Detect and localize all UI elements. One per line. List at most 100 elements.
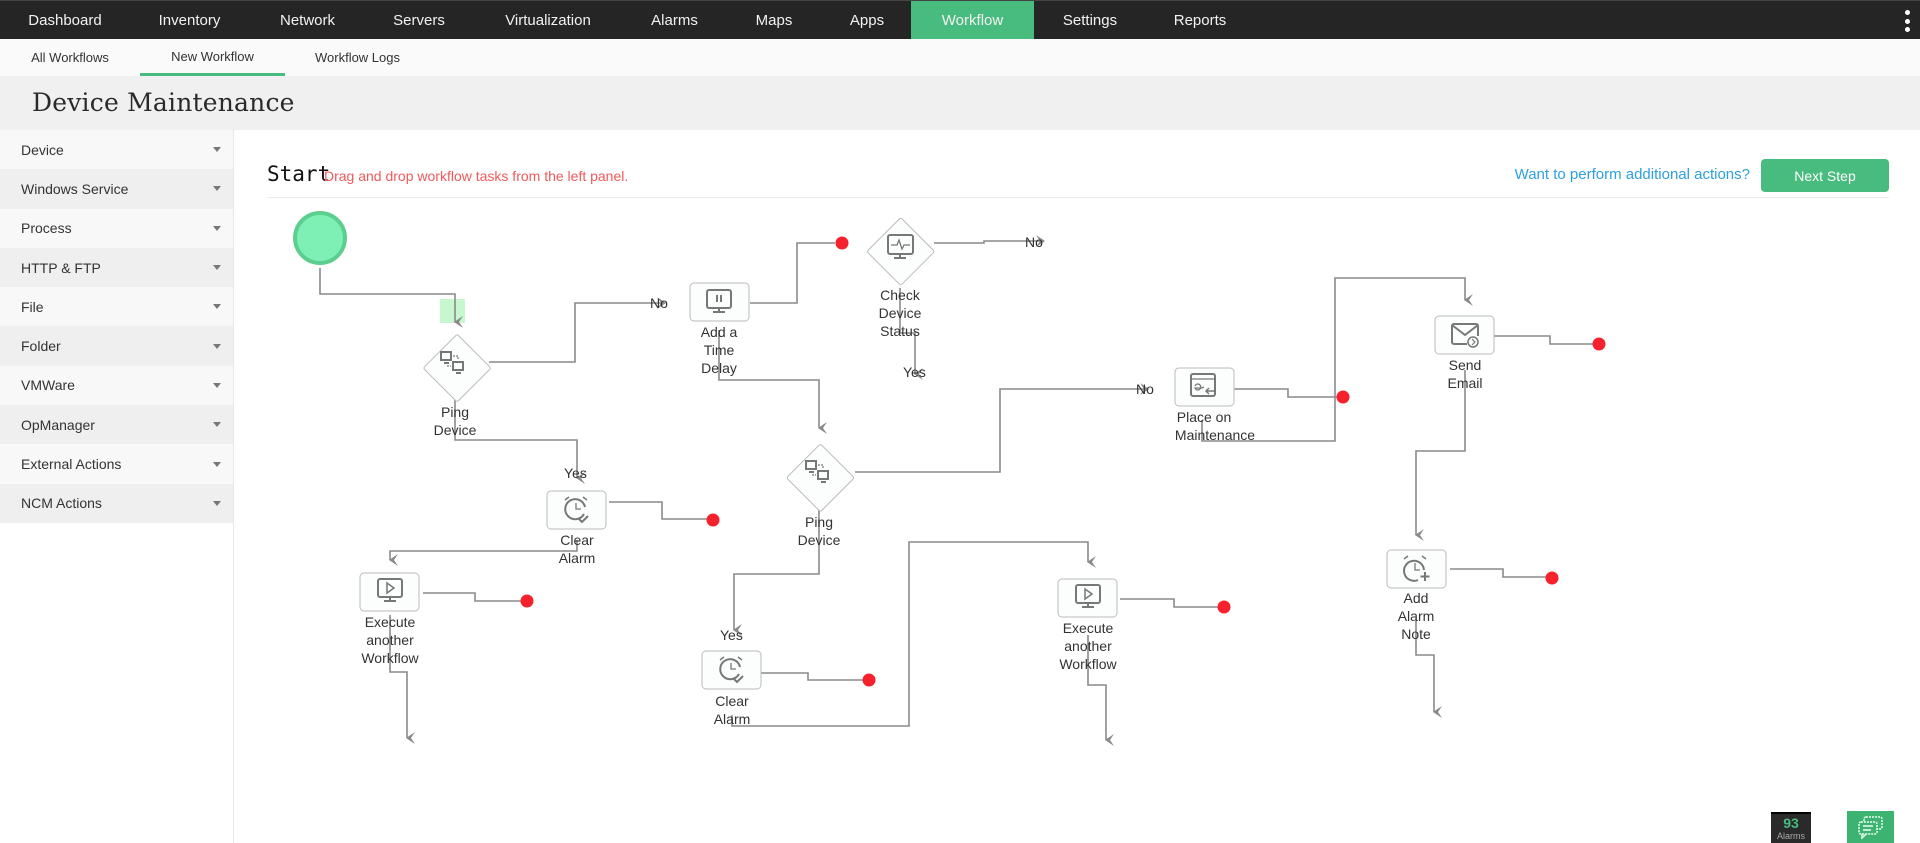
- nav-tab-apps[interactable]: Apps: [823, 1, 911, 39]
- end-point: [862, 673, 876, 687]
- sidebar-item-label: VMWare: [21, 377, 75, 394]
- node-add-alarm-note[interactable]: Add Alarm Note: [1386, 549, 1447, 642]
- sidebar-item-label: Folder: [21, 338, 61, 355]
- connector-no: [934, 235, 1045, 247]
- caret-down-icon: [213, 147, 221, 153]
- chat-icon: [1857, 816, 1883, 839]
- node-ping-device[interactable]: Ping Device: [423, 334, 491, 438]
- caret-down-icon: [213, 343, 221, 349]
- caret-down-icon: [213, 500, 221, 506]
- branch-label-yes: Yes: [564, 465, 587, 481]
- sidebar-item-label: HTTP & FTP: [21, 259, 101, 276]
- sidebar-item-opmanager[interactable]: OpManager: [0, 405, 233, 445]
- node-clear-alarm[interactable]: Clear Alarm: [701, 650, 762, 727]
- additional-actions-link[interactable]: Want to perform additional actions?: [1515, 166, 1750, 183]
- connector: [319, 268, 463, 328]
- nav-tab-maps[interactable]: Maps: [725, 1, 823, 39]
- branch-label-no: No: [650, 295, 668, 311]
- alarm-label: Alarms: [1776, 831, 1805, 841]
- node-ping-device[interactable]: Ping Device: [786, 444, 855, 548]
- node-label: Check Device Status: [879, 287, 922, 339]
- connector-no: [855, 383, 1149, 473]
- node-execute-another-workflow[interactable]: Execute another Workflow: [359, 572, 420, 666]
- end-point: [835, 236, 849, 250]
- next-step-button[interactable]: Next Step: [1761, 159, 1889, 192]
- sidebar-item-label: Device: [21, 141, 64, 158]
- connector-yes: [454, 400, 585, 484]
- nav-tab-workflow[interactable]: Workflow: [911, 1, 1034, 39]
- connector: [1120, 598, 1223, 608]
- task-sidebar: Device Windows Service Process HTTP & FT…: [0, 130, 234, 843]
- node-label: Ping Device: [798, 514, 841, 548]
- caret-down-icon: [213, 186, 221, 192]
- sidebar-item-device[interactable]: Device: [0, 130, 233, 170]
- sidebar-item-label: Process: [21, 220, 72, 237]
- node-label: Send Email: [1447, 357, 1482, 391]
- drop-target-highlight: [440, 299, 465, 323]
- sidebar-item-external-actions[interactable]: External Actions: [0, 444, 233, 484]
- node-place-on-maintenance[interactable]: Place on Maintenance: [1174, 367, 1255, 443]
- end-point: [520, 594, 534, 608]
- vertical-ellipsis-icon[interactable]: [1904, 10, 1910, 32]
- chat-button[interactable]: [1847, 811, 1894, 843]
- sidebar-item-windows-service[interactable]: Windows Service: [0, 169, 233, 209]
- sidebar-item-process[interactable]: Process: [0, 208, 233, 248]
- connectors: [319, 235, 1598, 746]
- maintenance-icon: [1190, 373, 1216, 397]
- nav-tab-alarms[interactable]: Alarms: [624, 1, 725, 39]
- connector: [731, 541, 1096, 727]
- connector-no: [489, 297, 666, 363]
- subtab-all-workflows[interactable]: All Workflows: [0, 39, 140, 76]
- execute-workflow-icon: [1075, 584, 1101, 608]
- connector: [750, 242, 835, 304]
- sidebar-item-http-ftp[interactable]: HTTP & FTP: [0, 247, 233, 288]
- sidebar-item-ncm-actions[interactable]: NCM Actions: [0, 483, 233, 523]
- node-label: Place on Maintenance: [1175, 409, 1255, 443]
- end-point: [1545, 571, 1559, 585]
- nav-tab-reports[interactable]: Reports: [1146, 1, 1254, 39]
- end-point: [706, 513, 720, 527]
- execute-workflow-icon: [377, 578, 403, 602]
- sidebar-item-label: External Actions: [21, 456, 122, 473]
- connector: [609, 501, 712, 520]
- subtab-workflow-logs[interactable]: Workflow Logs: [295, 39, 420, 76]
- nav-tab-settings[interactable]: Settings: [1034, 1, 1146, 39]
- end-point: [1217, 600, 1231, 614]
- nav-tab-dashboard[interactable]: Dashboard: [0, 1, 130, 39]
- node-label: Ping Device: [434, 404, 477, 438]
- node-execute-another-workflow[interactable]: Execute another Workflow: [1057, 578, 1118, 672]
- node-check-device-status[interactable]: Check Device Status: [867, 217, 935, 339]
- caret-down-icon: [213, 461, 221, 467]
- nav-tab-inventory[interactable]: Inventory: [130, 1, 249, 39]
- connector: [389, 540, 578, 566]
- connector: [423, 592, 526, 602]
- branch-label-yes: Yes: [903, 364, 926, 380]
- sidebar-item-folder[interactable]: Folder: [0, 326, 233, 366]
- sub-navigation: All Workflows New Workflow Workflow Logs: [0, 39, 1920, 76]
- subtab-new-workflow[interactable]: New Workflow: [140, 39, 285, 76]
- nav-tab-virtualization[interactable]: Virtualization: [472, 1, 624, 39]
- caret-down-icon: [213, 422, 221, 428]
- page-title: Device Maintenance: [32, 88, 295, 117]
- connector: [1232, 388, 1342, 398]
- sidebar-item-label: Windows Service: [21, 180, 129, 197]
- node-add-time-delay[interactable]: Add a Time Delay: [689, 282, 750, 376]
- node-label: Clear Alarm: [714, 693, 751, 727]
- start-node[interactable]: [293, 211, 347, 265]
- node-send-email[interactable]: Send Email: [1434, 315, 1495, 391]
- caret-down-icon: [213, 304, 221, 310]
- sidebar-item-label: File: [21, 298, 44, 315]
- top-navigation: Dashboard Inventory Network Servers Virt…: [0, 0, 1920, 39]
- nav-tab-network[interactable]: Network: [249, 1, 366, 39]
- node-label: Execute another Workflow: [361, 614, 419, 666]
- node-clear-alarm[interactable]: Clear Alarm: [546, 490, 607, 566]
- alarms-widget[interactable]: 93 Alarms: [1771, 812, 1811, 843]
- check-device-status-icon: [887, 234, 914, 259]
- canvas-header: Start Drag and drop workflow tasks from …: [267, 158, 1889, 198]
- caret-down-icon: [213, 382, 221, 388]
- time-delay-icon: [706, 289, 732, 313]
- node-label: Clear Alarm: [559, 532, 596, 566]
- nav-tab-servers[interactable]: Servers: [366, 1, 472, 39]
- sidebar-item-vmware[interactable]: VMWare: [0, 365, 233, 406]
- sidebar-item-file[interactable]: File: [0, 287, 233, 327]
